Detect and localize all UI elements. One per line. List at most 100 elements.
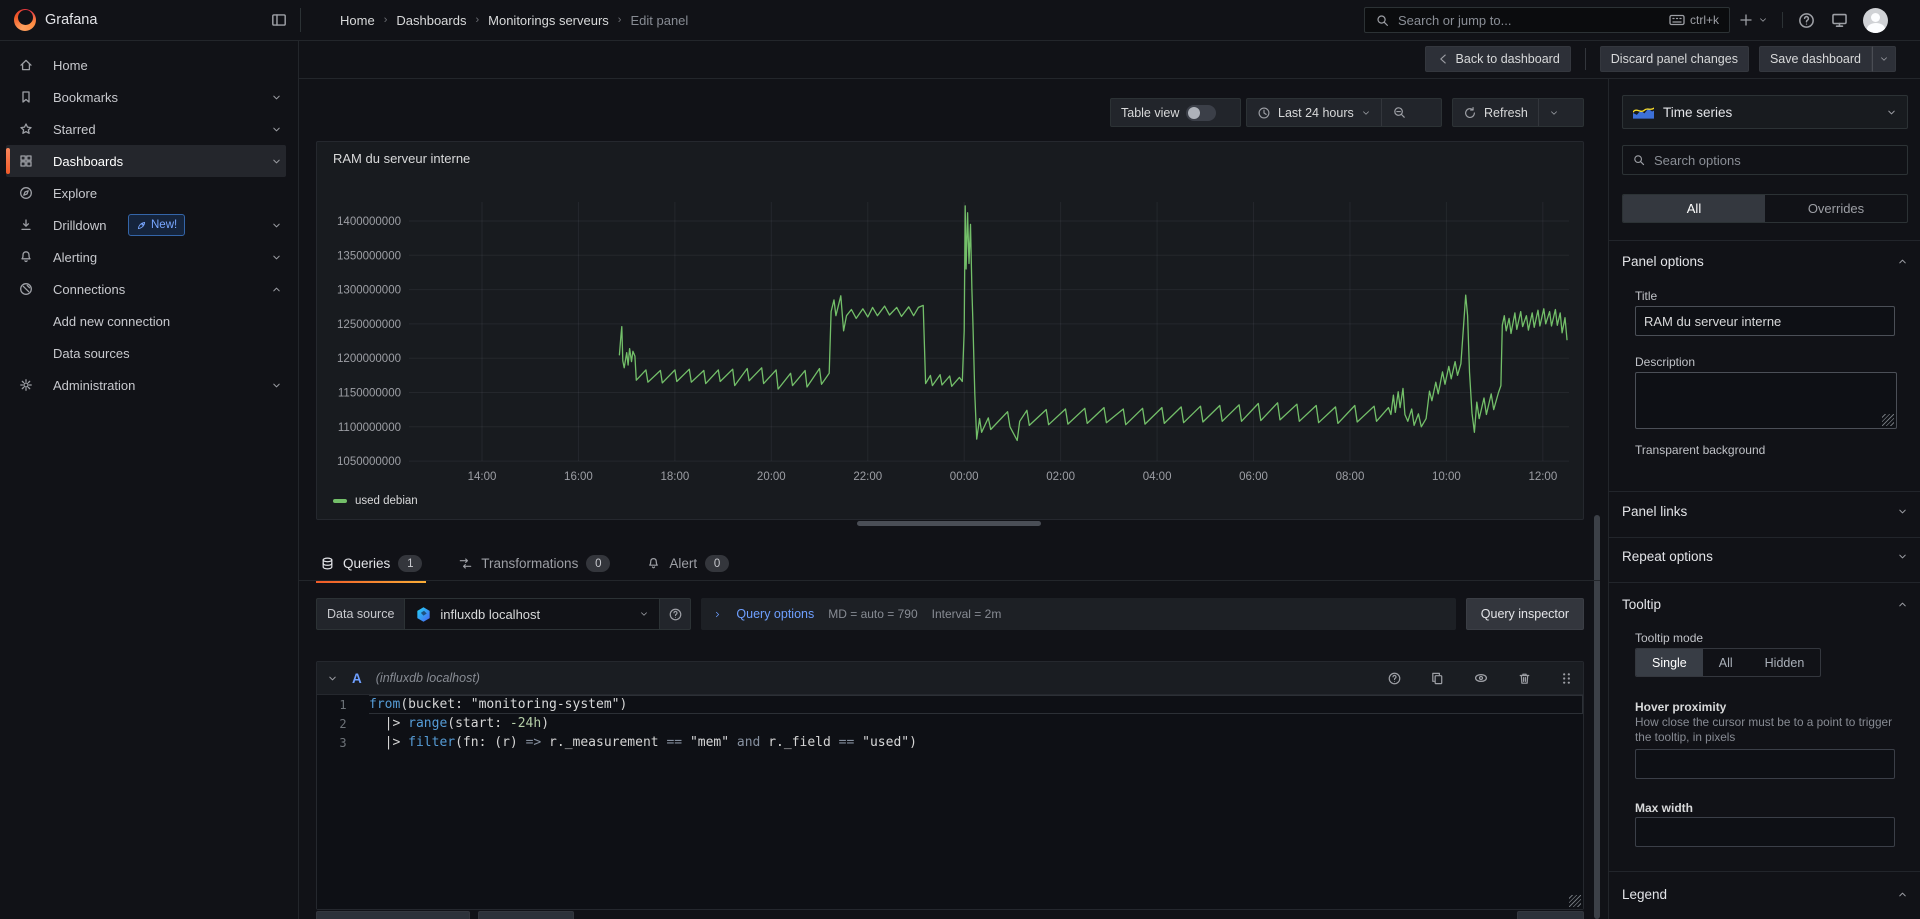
datasource-help-button[interactable] xyxy=(660,598,691,630)
visualization-picker[interactable]: Time series xyxy=(1622,95,1908,129)
table-view-toggle[interactable]: Table view xyxy=(1110,98,1241,127)
sidebar-item-starred[interactable]: Starred xyxy=(6,113,286,145)
query-editor-header: A (influxdb localhost) xyxy=(317,662,1583,695)
sidebar-item-explore[interactable]: Explore xyxy=(6,177,286,209)
editor-resize-handle[interactable] xyxy=(1569,895,1581,907)
tab-count-badge: 0 xyxy=(705,555,729,572)
section-panel-options[interactable]: Panel options xyxy=(1622,254,1908,269)
chevron-right-icon[interactable] xyxy=(713,610,722,619)
disable-query-eye-icon[interactable] xyxy=(1473,670,1489,686)
duplicate-query-icon[interactable] xyxy=(1430,671,1445,686)
datasource-label: Data source xyxy=(316,598,404,630)
table-view-switch[interactable] xyxy=(1186,105,1216,121)
query-ref-id[interactable]: A xyxy=(352,671,362,686)
delete-query-trash-icon[interactable] xyxy=(1517,671,1532,686)
topbar-actions-divider xyxy=(1782,12,1783,28)
sidebar-item-label: Drilldown xyxy=(53,218,106,233)
sidebar-item-administration[interactable]: Administration xyxy=(6,369,286,401)
datasource-picker[interactable]: influxdb localhost xyxy=(404,598,660,630)
bell-icon xyxy=(646,556,661,571)
collapse-chevron-icon[interactable] xyxy=(327,673,338,684)
search-input[interactable]: Search or jump to... ctrl+k xyxy=(1364,7,1730,33)
sidebar-toggle-icon[interactable] xyxy=(268,10,290,30)
tab-alert[interactable]: Alert 0 xyxy=(642,549,733,578)
refresh-button[interactable]: Refresh xyxy=(1453,99,1538,126)
tooltip-mode-hidden[interactable]: Hidden xyxy=(1749,649,1821,676)
panel-description-textarea[interactable] xyxy=(1635,372,1897,429)
discard-panel-changes-button[interactable]: Discard panel changes xyxy=(1600,46,1749,72)
max-width-input[interactable] xyxy=(1635,817,1895,847)
query-editor-card: A (influxdb localhost) xyxy=(316,661,1584,910)
sidebar-item-label: Data sources xyxy=(53,346,130,361)
panel-title-input[interactable] xyxy=(1635,306,1895,336)
breadcrumb-item-monitorings-serveurs[interactable]: Monitorings serveurs xyxy=(488,13,609,28)
tooltip-mode-all[interactable]: All xyxy=(1703,649,1749,676)
breadcrumb-item-dashboards[interactable]: Dashboards xyxy=(396,13,466,28)
tab-transformations[interactable]: Transformations 0 xyxy=(454,549,614,578)
add-icon[interactable] xyxy=(1738,12,1768,28)
news-icon[interactable] xyxy=(1830,11,1849,30)
breadcrumb-item-home[interactable]: Home xyxy=(340,13,375,28)
code-line-3: 3 |> filter(fn: (r) => r._measurement ==… xyxy=(317,733,1583,752)
options-search-input[interactable]: Search options xyxy=(1622,145,1908,175)
sidebar-item-drilldown[interactable]: DrilldownNew! xyxy=(6,209,286,241)
query-help-icon[interactable] xyxy=(1387,671,1402,686)
section-divider xyxy=(1609,240,1920,241)
tab-overrides[interactable]: Overrides xyxy=(1765,195,1907,222)
horizontal-scrollbar-thumb[interactable] xyxy=(857,521,1041,526)
user-avatar[interactable] xyxy=(1863,8,1888,33)
sidebar-item-connections[interactable]: Connections xyxy=(6,273,286,305)
chevron-down-icon xyxy=(271,380,282,391)
chevron-down-icon xyxy=(271,252,282,263)
svg-text:04:00: 04:00 xyxy=(1143,471,1172,483)
back-to-dashboard-button[interactable]: Back to dashboard xyxy=(1425,46,1571,72)
sidebar-item-data-sources[interactable]: Data sources xyxy=(6,337,286,369)
series-color-swatch xyxy=(333,499,347,503)
time-series-chart[interactable]: 1400000000135000000013000000001250000000… xyxy=(317,142,1583,519)
sidebar-item-bookmarks[interactable]: Bookmarks xyxy=(6,81,286,113)
grafana-logo-icon[interactable] xyxy=(14,9,36,31)
query-options-bar: Query options MD = auto = 790 Interval =… xyxy=(701,598,1455,630)
editor-help-button[interactable]: Help xyxy=(1517,911,1584,919)
code-line-1: 1from(bucket: "monitoring-system") xyxy=(317,695,1583,714)
zoom-out-button[interactable] xyxy=(1382,99,1417,126)
help-icon[interactable] xyxy=(1797,11,1816,30)
time-range-picker[interactable]: Last 24 hours xyxy=(1247,99,1381,126)
flux-code-editor[interactable]: 1from(bucket: "monitoring-system")2 |> r… xyxy=(317,695,1583,909)
sample-query-button[interactable]: Sample query xyxy=(478,911,574,919)
chevron-down-icon xyxy=(1361,108,1371,118)
section-panel-links[interactable]: Panel links xyxy=(1622,504,1908,519)
sidebar-item-dashboards[interactable]: Dashboards xyxy=(6,145,286,177)
section-legend[interactable]: Legend xyxy=(1622,887,1908,902)
flux-syntax-button[interactable]: Flux language syntax xyxy=(316,911,470,919)
drag-handle-icon[interactable] xyxy=(1560,671,1573,686)
bookmark-icon xyxy=(18,89,34,105)
tab-queries[interactable]: Queries 1 xyxy=(316,549,426,578)
sidebar-item-home[interactable]: Home xyxy=(6,49,286,81)
chevron-down-icon xyxy=(1886,107,1897,118)
tooltip-mode-single[interactable]: Single xyxy=(1636,649,1703,676)
chevron-down-icon xyxy=(1549,108,1559,118)
tab-all[interactable]: All xyxy=(1623,195,1765,222)
section-repeat-options[interactable]: Repeat options xyxy=(1622,549,1908,564)
chart-legend-item[interactable]: used debian xyxy=(333,495,418,507)
timeseries-viz-icon xyxy=(1633,105,1654,119)
refresh-interval-caret[interactable] xyxy=(1539,99,1569,126)
sidebar-item-alerting[interactable]: Alerting xyxy=(6,241,286,273)
topbar-actions xyxy=(1738,0,1888,40)
editor-tabs: Queries 1 Transformations 0 Alert 0 xyxy=(316,549,1600,578)
query-options-toggle[interactable]: Query options xyxy=(736,607,814,621)
sidebar-item-add-new-connection[interactable]: Add new connection xyxy=(6,305,286,337)
hover-proximity-input[interactable] xyxy=(1635,749,1895,779)
grafana-edit-panel-page: Grafana Home›Dashboards›Monitorings serv… xyxy=(0,0,1920,919)
gear-icon xyxy=(18,377,34,393)
sidebar-item-label: Administration xyxy=(53,378,135,393)
chevron-down-icon xyxy=(271,220,282,231)
query-inspector-button[interactable]: Query inspector xyxy=(1466,598,1584,630)
save-dashboard-caret[interactable] xyxy=(1872,46,1896,72)
textarea-resize-handle[interactable] xyxy=(1882,414,1894,426)
viz-type-label: Time series xyxy=(1663,105,1877,120)
tab-count-badge: 0 xyxy=(586,555,610,572)
save-dashboard-button[interactable]: Save dashboard xyxy=(1759,46,1872,72)
section-tooltip[interactable]: Tooltip xyxy=(1622,597,1908,612)
